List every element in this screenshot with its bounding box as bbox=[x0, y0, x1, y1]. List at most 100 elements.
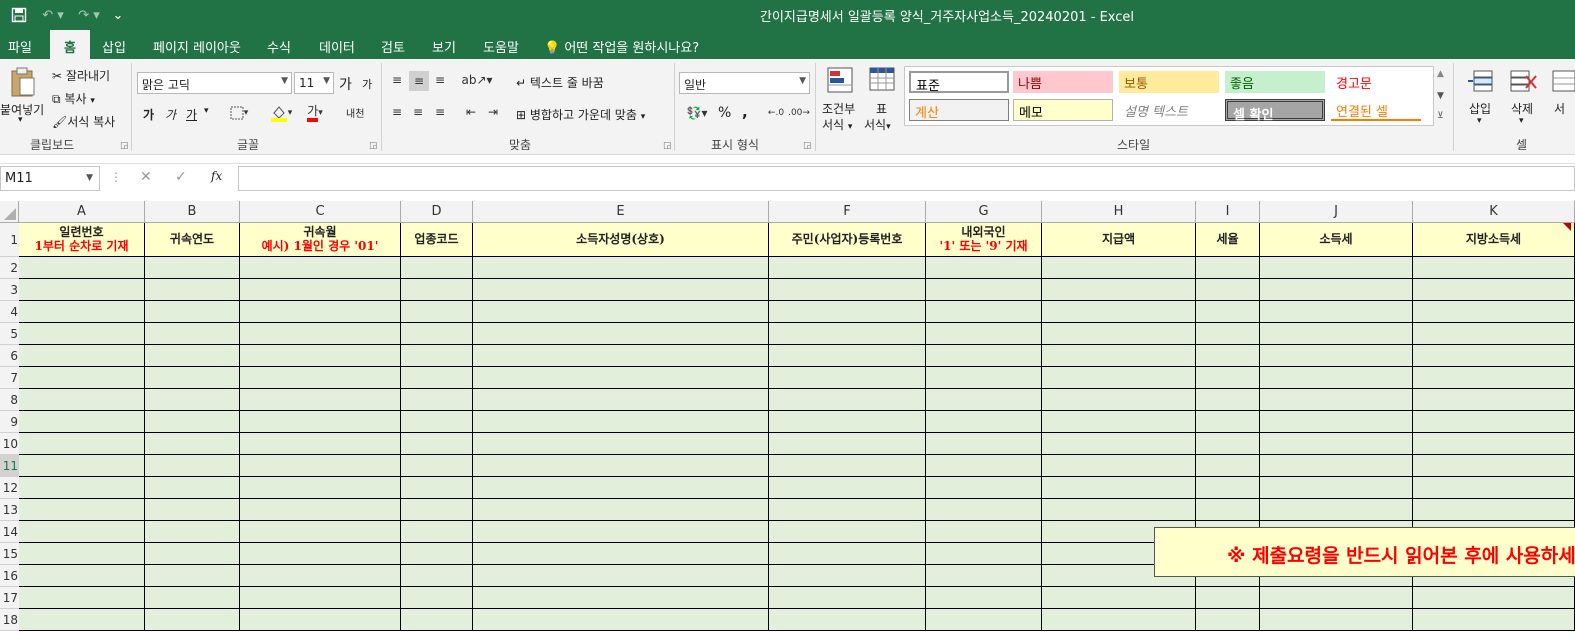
data-cell[interactable] bbox=[1196, 345, 1260, 367]
data-cell[interactable] bbox=[1413, 587, 1575, 609]
data-cell[interactable] bbox=[1260, 345, 1413, 367]
data-cell[interactable] bbox=[769, 609, 926, 631]
data-cell[interactable] bbox=[769, 477, 926, 499]
data-cell[interactable] bbox=[1260, 301, 1413, 323]
wrap-text-button[interactable]: ↵ 텍스트 줄 바꿈 bbox=[516, 74, 604, 91]
data-cell[interactable] bbox=[1413, 499, 1575, 521]
data-cell[interactable] bbox=[1260, 477, 1413, 499]
data-cell[interactable] bbox=[473, 279, 769, 301]
align-top-icon[interactable]: ≡ bbox=[388, 71, 406, 89]
tab-help[interactable]: 도움말 bbox=[483, 37, 519, 56]
data-cell[interactable] bbox=[473, 565, 769, 587]
data-cell[interactable] bbox=[19, 367, 145, 389]
data-cell[interactable] bbox=[473, 433, 769, 455]
delete-dropdown-icon[interactable]: ▾ bbox=[1519, 116, 1524, 126]
data-cell[interactable] bbox=[1413, 257, 1575, 279]
tab-data[interactable]: 데이터 bbox=[319, 37, 355, 56]
data-cell[interactable] bbox=[1042, 499, 1196, 521]
chevron-down-icon[interactable]: ▼ bbox=[86, 173, 93, 183]
tab-page-layout[interactable]: 페이지 레이아웃 bbox=[153, 37, 241, 56]
data-cell[interactable] bbox=[1260, 389, 1413, 411]
data-cell[interactable] bbox=[1260, 455, 1413, 477]
data-cell[interactable] bbox=[769, 521, 926, 543]
data-cell[interactable] bbox=[1042, 411, 1196, 433]
data-cell[interactable] bbox=[19, 543, 145, 565]
enter-icon[interactable]: ✓ bbox=[175, 169, 187, 185]
data-cell[interactable] bbox=[401, 543, 473, 565]
data-cell[interactable] bbox=[769, 279, 926, 301]
data-cell[interactable] bbox=[1042, 587, 1196, 609]
row-header-13[interactable]: 13 bbox=[0, 499, 19, 521]
column-header-h[interactable]: H bbox=[1042, 201, 1196, 223]
data-cell[interactable] bbox=[1042, 477, 1196, 499]
name-box[interactable]: M11 ▼ bbox=[0, 166, 100, 191]
format-as-table-button-line2[interactable]: 서식▾ bbox=[864, 116, 891, 133]
data-cell[interactable] bbox=[1196, 433, 1260, 455]
percent-button[interactable]: % bbox=[718, 105, 731, 121]
style-explanatory[interactable]: 설명 텍스트 bbox=[1119, 99, 1219, 121]
data-cell[interactable] bbox=[1042, 257, 1196, 279]
row-header-3[interactable]: 3 bbox=[0, 279, 19, 301]
data-cell[interactable] bbox=[145, 433, 240, 455]
insert-function-icon[interactable]: fx bbox=[211, 169, 222, 183]
data-cell[interactable] bbox=[240, 345, 401, 367]
data-cell[interactable] bbox=[19, 411, 145, 433]
data-cell[interactable] bbox=[19, 609, 145, 631]
tab-formulas[interactable]: 수식 bbox=[267, 37, 291, 56]
data-cell[interactable] bbox=[926, 499, 1042, 521]
delete-cells-icon[interactable] bbox=[1508, 67, 1538, 95]
select-all-corner[interactable] bbox=[0, 201, 19, 223]
column-header-g[interactable]: G bbox=[926, 201, 1042, 223]
data-cell[interactable] bbox=[1413, 609, 1575, 631]
data-cell[interactable] bbox=[1413, 279, 1575, 301]
data-cell[interactable] bbox=[145, 367, 240, 389]
formula-bar-options-icon[interactable]: ⋮ bbox=[110, 170, 122, 184]
data-cell[interactable] bbox=[926, 609, 1042, 631]
data-cell[interactable] bbox=[401, 521, 473, 543]
data-cell[interactable] bbox=[1196, 609, 1260, 631]
data-cell[interactable] bbox=[1413, 345, 1575, 367]
style-good[interactable]: 좋음 bbox=[1225, 71, 1325, 93]
data-cell[interactable] bbox=[1260, 499, 1413, 521]
font-name-select[interactable]: 맑은 고딕 ▼ bbox=[137, 72, 292, 94]
data-cell[interactable] bbox=[1260, 411, 1413, 433]
data-cell[interactable] bbox=[1413, 455, 1575, 477]
style-linked-cell[interactable]: 연결된 셀 bbox=[1331, 99, 1421, 121]
data-cell[interactable] bbox=[769, 455, 926, 477]
data-cell[interactable] bbox=[1196, 257, 1260, 279]
data-cell[interactable] bbox=[473, 345, 769, 367]
format-as-table-icon[interactable] bbox=[867, 65, 897, 95]
data-cell[interactable] bbox=[1260, 367, 1413, 389]
column-header-b[interactable]: B bbox=[145, 201, 240, 223]
data-cell[interactable] bbox=[1042, 345, 1196, 367]
data-cell[interactable] bbox=[473, 257, 769, 279]
data-cell[interactable] bbox=[19, 521, 145, 543]
orientation-icon[interactable]: ab↗▾ bbox=[461, 71, 492, 89]
data-cell[interactable] bbox=[1413, 411, 1575, 433]
format-painter-button[interactable]: 🖌서식 복사 bbox=[52, 113, 115, 130]
data-cell[interactable] bbox=[240, 279, 401, 301]
data-cell[interactable] bbox=[145, 499, 240, 521]
data-cell[interactable] bbox=[473, 301, 769, 323]
data-cell[interactable] bbox=[19, 323, 145, 345]
data-cell[interactable] bbox=[19, 279, 145, 301]
data-cell[interactable] bbox=[401, 279, 473, 301]
italic-button[interactable]: 가 bbox=[165, 106, 176, 123]
data-cell[interactable] bbox=[769, 301, 926, 323]
tab-view[interactable]: 보기 bbox=[432, 37, 456, 56]
data-cell[interactable] bbox=[401, 499, 473, 521]
cut-button[interactable]: ✂ 잘라내기 bbox=[52, 67, 110, 84]
data-cell[interactable] bbox=[19, 477, 145, 499]
data-cell[interactable] bbox=[240, 367, 401, 389]
data-cell[interactable] bbox=[769, 543, 926, 565]
data-cell[interactable] bbox=[926, 411, 1042, 433]
formula-input[interactable] bbox=[238, 166, 1575, 191]
borders-icon[interactable]: ▾ bbox=[224, 104, 254, 122]
align-bottom-icon[interactable]: ≡ bbox=[431, 71, 449, 89]
column-header-j[interactable]: J bbox=[1260, 201, 1413, 223]
increase-indent-icon[interactable]: ⇥ bbox=[484, 103, 502, 121]
data-cell[interactable] bbox=[1196, 587, 1260, 609]
row-header-5[interactable]: 5 bbox=[0, 323, 19, 345]
data-cell[interactable] bbox=[473, 499, 769, 521]
data-cell[interactable] bbox=[926, 587, 1042, 609]
